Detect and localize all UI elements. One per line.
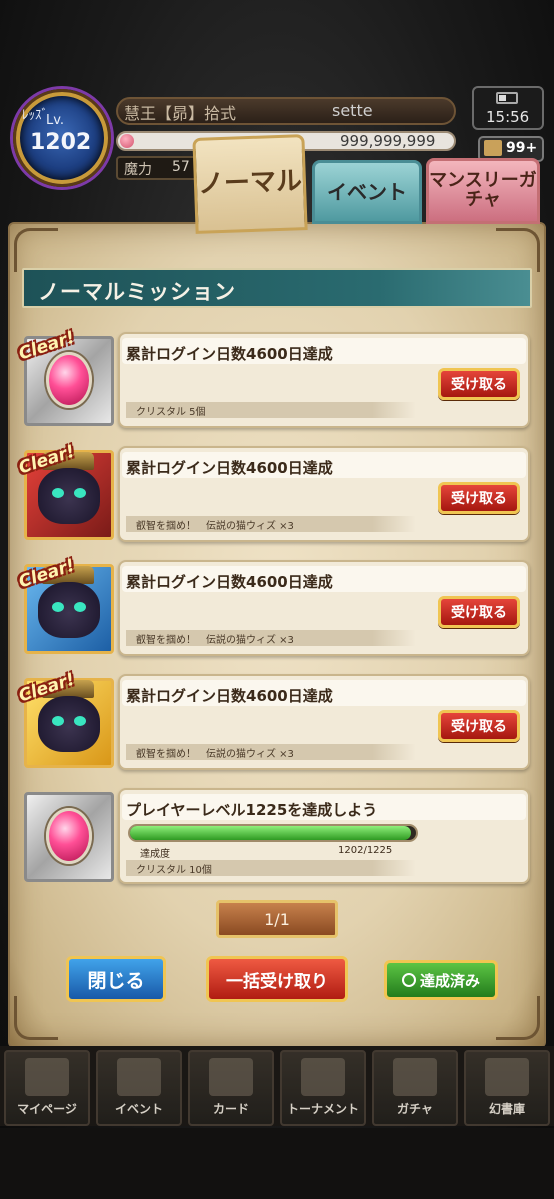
receive-button[interactable]: 受け取る xyxy=(438,482,520,514)
house-icon xyxy=(25,1058,69,1096)
tab-normal[interactable]: ノーマル xyxy=(192,134,308,234)
crystal-icon xyxy=(46,808,92,864)
present-icon xyxy=(484,140,502,156)
progress-value: 1202/1225 xyxy=(338,845,393,856)
mana-label: 魔力 xyxy=(124,162,152,178)
mission-reward: 叡智を掴め！ 伝説の猫ウィズ ×3 xyxy=(136,521,294,532)
nav-label: マイページ xyxy=(17,1102,77,1116)
trophy-icon xyxy=(301,1058,345,1096)
mission-reward: クリスタル 10個 xyxy=(136,865,212,876)
cat-wiz-icon xyxy=(38,468,100,524)
gacha-icon xyxy=(393,1058,437,1096)
mission-reward: クリスタル 5個 xyxy=(136,407,206,418)
completed-filter-button[interactable]: 達成済み xyxy=(384,960,498,1000)
close-button[interactable]: 閉じる xyxy=(66,956,166,1002)
level-tag: ﾚｯｽﾞ xyxy=(22,108,48,123)
refresh-icon xyxy=(401,973,416,987)
nav-label: ガチャ xyxy=(397,1102,433,1116)
level-value: 1202 xyxy=(30,130,92,155)
player-title: 慧王【昴】拾式 xyxy=(124,104,237,123)
nav-label: イベント xyxy=(114,1102,163,1116)
nav-label: カード xyxy=(212,1102,249,1116)
clock-time: 15:56 xyxy=(486,108,530,126)
cat-wiz-icon xyxy=(38,582,100,638)
gold-icon xyxy=(120,134,134,148)
mission-title: プレイヤーレベル1225を達成しよう xyxy=(126,801,378,819)
gold-value: 999,999,999 xyxy=(340,132,436,150)
bottom-background xyxy=(0,1128,554,1199)
section-title: ノーマルミッション xyxy=(38,280,236,304)
page-indicator[interactable]: 1/1 xyxy=(216,900,338,938)
level-label: Lv. xyxy=(46,113,65,128)
notification-count: 99+ xyxy=(506,140,538,156)
nav-label: 幻書庫 xyxy=(488,1102,525,1116)
book-icon xyxy=(485,1058,529,1096)
panel-corner-ornament xyxy=(14,228,58,272)
receive-button[interactable]: 受け取る xyxy=(438,710,520,742)
mission-title: 累計ログイン日数4600日達成 xyxy=(126,687,333,705)
mission-title: 累計ログイン日数4600日達成 xyxy=(126,573,333,591)
mana-value: 57 xyxy=(172,159,190,175)
mission-title: 累計ログイン日数4600日達成 xyxy=(126,345,333,363)
receive-button[interactable]: 受け取る xyxy=(438,596,520,628)
battery-icon xyxy=(496,92,518,104)
crystal-icon xyxy=(46,352,92,408)
player-name: sette xyxy=(332,101,373,120)
mission-reward: 叡智を掴め！ 伝説の猫ウィズ ×3 xyxy=(136,749,294,760)
panel-corner-ornament xyxy=(14,996,58,1040)
cat-wiz-icon xyxy=(38,696,100,752)
nav-label: トーナメント xyxy=(286,1102,359,1116)
tab-event[interactable]: イベント xyxy=(312,160,422,224)
card-icon xyxy=(209,1058,253,1096)
tab-monthly-gacha[interactable]: マンスリーガチャ xyxy=(426,158,540,224)
panel-corner-ornament xyxy=(496,228,540,272)
progress-fill xyxy=(130,826,411,840)
mission-reward: 叡智を掴め！ 伝説の猫ウィズ ×3 xyxy=(136,635,294,646)
panel-corner-ornament xyxy=(496,996,540,1040)
receive-button[interactable]: 受け取る xyxy=(438,368,520,400)
mission-title: 累計ログイン日数4600日達成 xyxy=(126,459,333,477)
cat-icon xyxy=(117,1058,161,1096)
progress-label: 達成度 xyxy=(140,849,170,860)
bulk-receive-button[interactable]: 一括受け取り xyxy=(206,956,348,1002)
completed-label: 達成済み xyxy=(419,971,480,990)
